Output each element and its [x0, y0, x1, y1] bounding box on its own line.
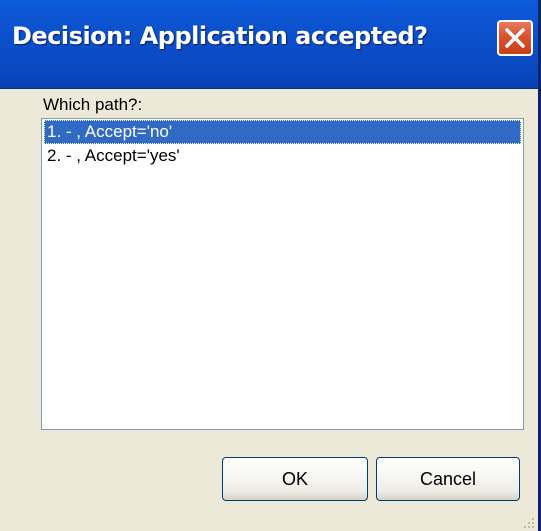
list-item[interactable]: 1. - , Accept='no' — [44, 120, 521, 144]
close-icon — [505, 28, 525, 48]
close-button[interactable] — [497, 20, 533, 56]
window-title: Decision: Application accepted? — [12, 22, 428, 50]
path-listbox[interactable]: 1. - , Accept='no' 2. - , Accept='yes' — [41, 118, 524, 430]
ok-button[interactable]: OK — [222, 457, 368, 501]
resize-grip-icon[interactable] — [521, 515, 535, 529]
decision-dialog: Decision: Application accepted? Which pa… — [0, 0, 541, 531]
list-item[interactable]: 2. - , Accept='yes' — [44, 144, 521, 168]
title-bar[interactable]: Decision: Application accepted? — [0, 0, 538, 89]
dialog-body: Which path?: 1. - , Accept='no' 2. - , A… — [0, 89, 538, 531]
which-path-label: Which path?: — [43, 95, 143, 114]
cancel-button[interactable]: Cancel — [376, 457, 520, 501]
